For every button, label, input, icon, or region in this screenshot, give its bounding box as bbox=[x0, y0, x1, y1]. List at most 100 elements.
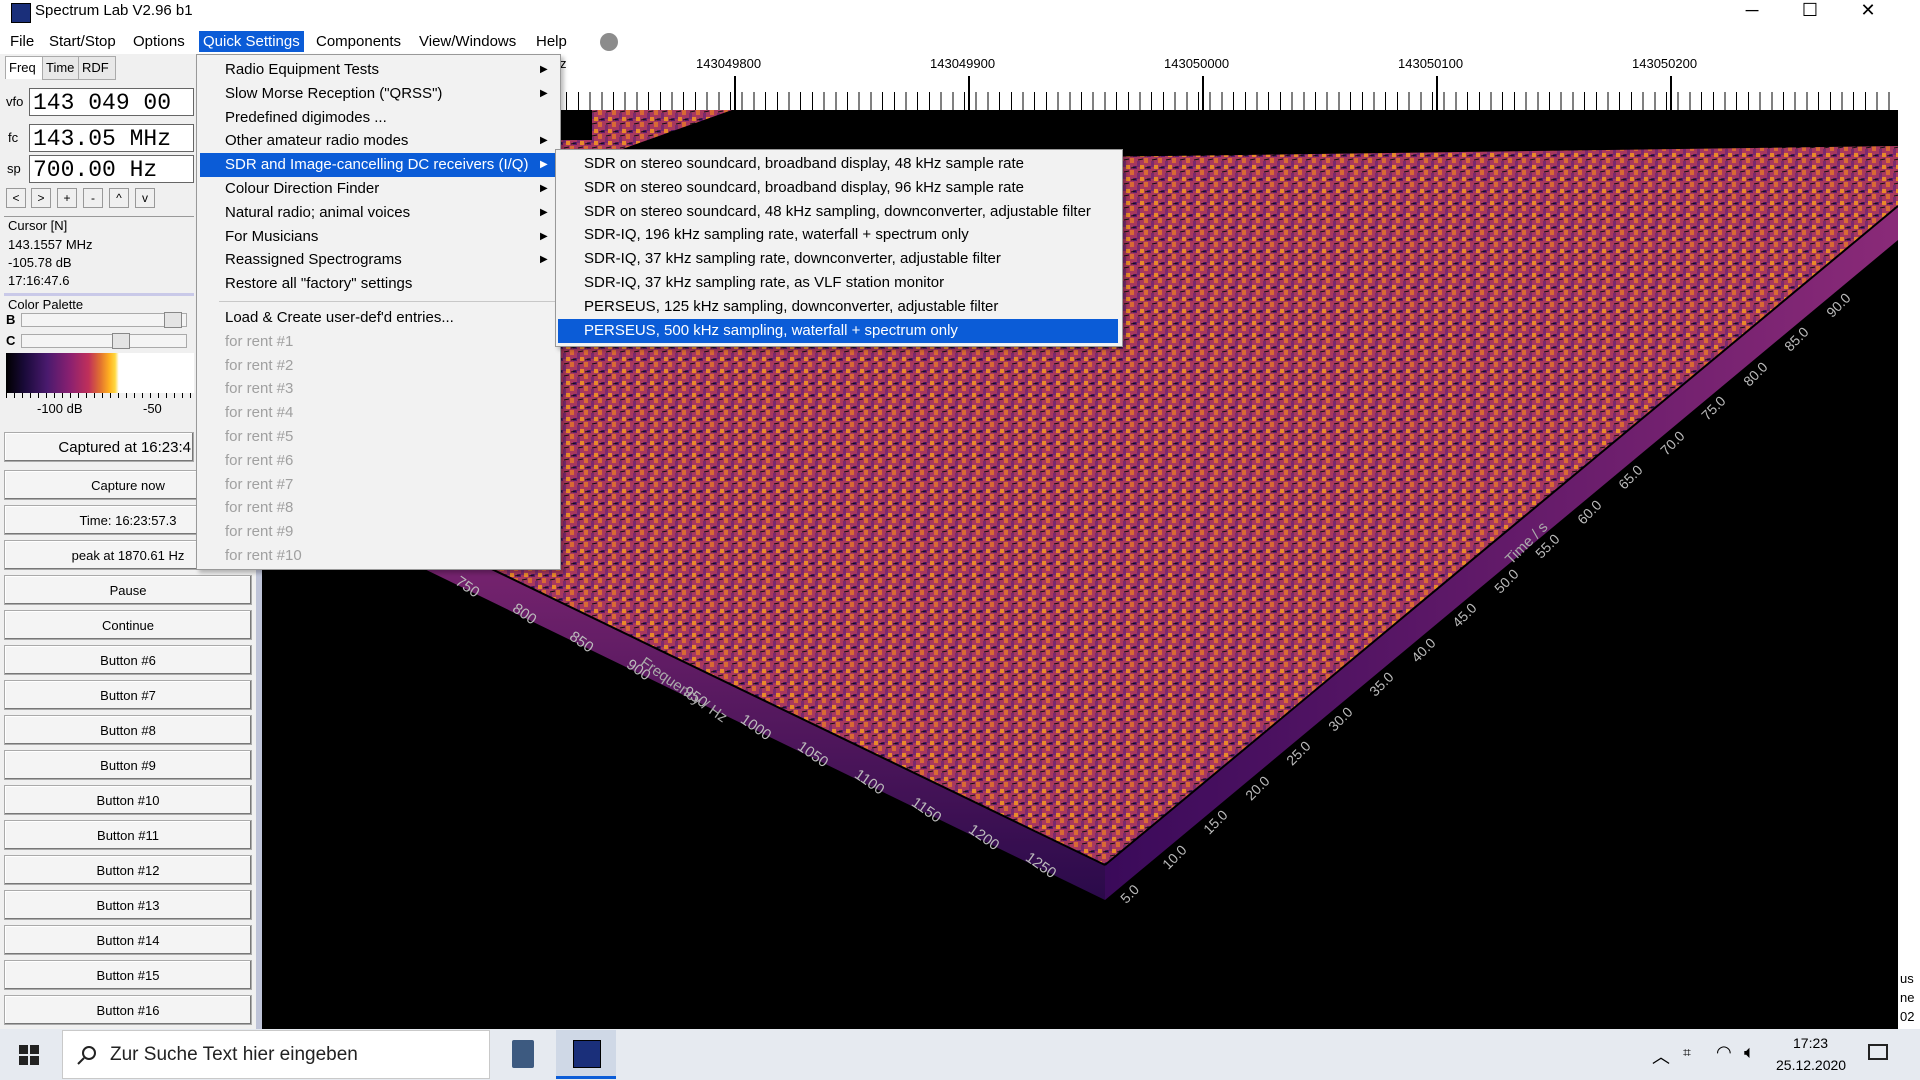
brightness-slider-thumb[interactable] bbox=[164, 312, 182, 328]
submenu-arrow-icon: ▶ bbox=[540, 64, 548, 75]
step-up-button[interactable]: ^ bbox=[109, 188, 129, 208]
minimize-button[interactable]: ─ bbox=[1724, 0, 1780, 20]
ruler-major-tick bbox=[1436, 76, 1438, 110]
sdr-submenu-item[interactable]: SDR-IQ, 196 kHz sampling rate, waterfall… bbox=[558, 223, 1118, 247]
quick-settings-item: for rent #4 bbox=[197, 401, 558, 425]
menu-item-label: SDR on stereo soundcard, broadband displ… bbox=[584, 155, 1024, 172]
submenu-arrow-icon: ▶ bbox=[540, 183, 548, 194]
palette-scale-ticks bbox=[6, 393, 194, 398]
sdr-submenu-item[interactable]: SDR on stereo soundcard, broadband displ… bbox=[558, 152, 1118, 176]
zoom-in-button[interactable]: + bbox=[57, 188, 77, 208]
quick-settings-item[interactable]: Reassigned Spectrograms ▶ bbox=[197, 248, 558, 272]
pause-button[interactable]: Pause bbox=[4, 575, 252, 605]
submenu-arrow-icon: ▶ bbox=[540, 159, 548, 171]
record-indicator-icon[interactable] bbox=[600, 33, 618, 51]
sp-label: sp bbox=[7, 161, 21, 176]
menu-components[interactable]: Components bbox=[312, 31, 405, 52]
quick-settings-item[interactable]: Slow Morse Reception ("QRSS") ▶ bbox=[197, 82, 558, 106]
button-11[interactable]: Button #11 bbox=[4, 820, 252, 850]
menu-item-label: for rent #7 bbox=[225, 475, 294, 493]
menu-item-label: Radio Equipment Tests bbox=[225, 61, 379, 78]
sdr-submenu-item[interactable]: PERSEUS, 125 kHz sampling, downconverter… bbox=[558, 295, 1118, 319]
vfo-frequency-field[interactable]: 143 049 00 bbox=[29, 88, 194, 116]
brightness-slider[interactable] bbox=[21, 312, 187, 328]
button-8[interactable]: Button #8 bbox=[4, 715, 252, 745]
submenu-arrow-icon: ▶ bbox=[540, 230, 548, 242]
ruler-label: 143050200 bbox=[1632, 56, 1698, 71]
menu-item-label: Slow Morse Reception ("QRSS") bbox=[225, 84, 443, 102]
span-field[interactable]: 700.00 Hz bbox=[29, 155, 194, 183]
clock-time[interactable]: 17:23 bbox=[1793, 1035, 1828, 1051]
tab-rdf[interactable]: RDF bbox=[78, 56, 116, 80]
contrast-slider-thumb[interactable] bbox=[112, 333, 130, 349]
menu-item-label: SDR-IQ, 37 kHz sampling rate, as VLF sta… bbox=[584, 274, 945, 291]
cursor-title: Cursor [N] bbox=[8, 218, 68, 233]
menu-start-stop[interactable]: Start/Stop bbox=[45, 31, 120, 52]
button-16[interactable]: Button #16 bbox=[4, 995, 252, 1025]
windows-start-icon[interactable] bbox=[19, 1045, 39, 1065]
quick-settings-item[interactable]: Colour Direction Finder ▶ bbox=[197, 177, 558, 201]
quick-settings-item[interactable]: Radio Equipment Tests ▶ bbox=[197, 58, 558, 82]
button-13[interactable]: Button #13 bbox=[4, 890, 252, 920]
wifi-icon[interactable]: ◠ bbox=[1716, 1042, 1732, 1063]
continue-button[interactable]: Continue bbox=[4, 610, 252, 640]
color-palette-bar[interactable] bbox=[6, 353, 194, 393]
right-strip-text: 02 bbox=[1900, 1009, 1915, 1024]
right-strip-text: ne bbox=[1900, 990, 1915, 1005]
sdr-submenu-item[interactable]: PERSEUS, 500 kHz sampling, waterfall + s… bbox=[558, 318, 1118, 343]
menu-item-label: Load & Create user-def'd entries... bbox=[225, 309, 454, 326]
sdr-submenu-item[interactable]: SDR on stereo soundcard, broadband displ… bbox=[558, 176, 1118, 200]
quick-settings-item[interactable]: For Musicians ▶ bbox=[197, 225, 558, 249]
button-6[interactable]: Button #6 bbox=[4, 645, 252, 675]
button-12[interactable]: Button #12 bbox=[4, 855, 252, 885]
palette-scale-max: -50 bbox=[143, 401, 162, 416]
button-15[interactable]: Button #15 bbox=[4, 960, 252, 990]
close-button[interactable]: ✕ bbox=[1840, 0, 1896, 20]
menu-item-label: SDR and Image-cancelling DC receivers (I… bbox=[225, 156, 529, 174]
network-status-icon[interactable]: ⌗ bbox=[1683, 1044, 1691, 1061]
sdr-submenu: SDR on stereo soundcard, broadband displ… bbox=[555, 149, 1123, 347]
step-down-button[interactable]: v bbox=[135, 188, 155, 208]
menu-file[interactable]: File bbox=[6, 31, 38, 52]
ruler-label: 143049900 bbox=[930, 56, 996, 71]
sdr-submenu-item[interactable]: SDR on stereo soundcard, 48 kHz sampling… bbox=[558, 200, 1118, 224]
quick-settings-item[interactable]: Natural radio; animal voices ▶ bbox=[197, 201, 558, 225]
quick-settings-item[interactable]: Predefined digimodes ... bbox=[197, 106, 558, 130]
color-palette-title: Color Palette bbox=[8, 297, 84, 312]
taskbar-search-box[interactable]: Zur Suche Text hier eingeben bbox=[62, 1030, 490, 1079]
search-icon bbox=[77, 1046, 96, 1065]
contrast-label: C bbox=[6, 333, 16, 348]
menu-separator bbox=[219, 301, 555, 302]
calculator-app-icon[interactable] bbox=[512, 1040, 534, 1068]
right-status-strip: us ne 02 bbox=[1898, 54, 1920, 1029]
brightness-label: B bbox=[6, 312, 16, 327]
quick-settings-item[interactable]: Load & Create user-def'd entries... bbox=[197, 306, 558, 330]
menu-item-label: for rent #3 bbox=[225, 380, 294, 398]
sdr-submenu-item[interactable]: SDR-IQ, 37 kHz sampling rate, as VLF sta… bbox=[558, 271, 1118, 295]
button-9[interactable]: Button #9 bbox=[4, 750, 252, 780]
clock-date[interactable]: 25.12.2020 bbox=[1776, 1057, 1846, 1073]
zoom-out-button[interactable]: - bbox=[83, 188, 103, 208]
button-7[interactable]: Button #7 bbox=[4, 680, 252, 710]
tab-freq[interactable]: Freq bbox=[5, 56, 44, 79]
button-10[interactable]: Button #10 bbox=[4, 785, 252, 815]
menu-view-windows[interactable]: View/Windows bbox=[415, 31, 520, 52]
tab-time[interactable]: Time bbox=[42, 56, 80, 80]
button-14[interactable]: Button #14 bbox=[4, 925, 252, 955]
scroll-right-button[interactable]: > bbox=[31, 188, 51, 208]
quick-settings-item[interactable]: SDR and Image-cancelling DC receivers (I… bbox=[200, 153, 557, 178]
volume-icon[interactable]: 🔈︎ bbox=[1744, 1042, 1755, 1063]
scroll-left-button[interactable]: < bbox=[6, 188, 26, 208]
center-frequency-field[interactable]: 143.05 MHz bbox=[29, 124, 194, 152]
quick-settings-item[interactable]: Other amateur radio modes ▶ bbox=[197, 129, 558, 153]
notification-center-icon[interactable] bbox=[1868, 1044, 1888, 1060]
spectrum-lab-taskbar-button[interactable] bbox=[556, 1030, 616, 1079]
tray-expand-icon[interactable]: ︿ bbox=[1652, 1043, 1670, 1069]
contrast-slider[interactable] bbox=[21, 333, 187, 349]
sdr-submenu-item[interactable]: SDR-IQ, 37 kHz sampling rate, downconver… bbox=[558, 247, 1118, 271]
menu-help[interactable]: Help bbox=[532, 31, 571, 52]
maximize-button[interactable]: ☐ bbox=[1782, 0, 1838, 20]
quick-settings-item[interactable]: Restore all "factory" settings bbox=[197, 272, 558, 296]
menu-quick-settings[interactable]: Quick Settings bbox=[199, 31, 304, 52]
menu-options[interactable]: Options bbox=[129, 31, 189, 52]
